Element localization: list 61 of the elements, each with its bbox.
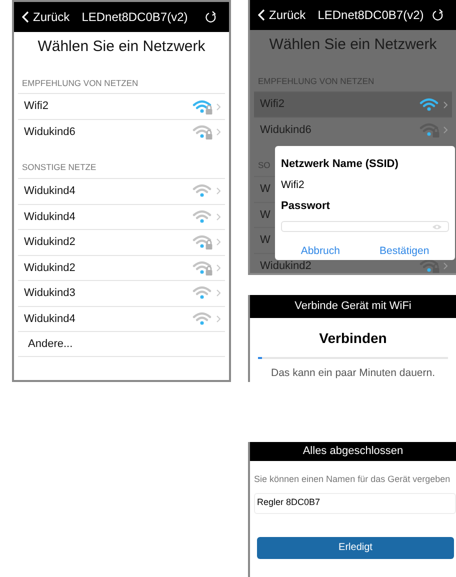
chevron-left-icon [22,11,29,23]
network-name: Wifi2 [24,99,48,114]
done-button[interactable]: Erledigt [257,536,454,558]
screen-title: Alles abgeschlossen [302,444,404,460]
back-button[interactable]: Zurück [258,6,306,24]
network-row[interactable]: Widukind4 [18,178,225,204]
password-field[interactable] [281,220,449,232]
network-name: W [260,182,270,197]
network-name: W [260,233,270,248]
chevron-right-icon [216,187,221,196]
chevron-left-icon [258,9,265,21]
network-row[interactable]: Widukind4 [18,306,225,331]
status-message: Das kann ein paar Minuten dauern. [270,366,436,382]
chevron-right-icon [216,289,221,298]
network-row[interactable]: Widukind4 [18,204,225,229]
status-heading: Verbinden [318,329,388,348]
chevron-right-icon [443,126,448,134]
network-row[interactable]: Wifi2 [18,93,225,119]
network-name: Widukind4 [24,312,76,326]
network-name: Widukind2 [24,260,76,276]
device-name-value: Regler 8DC0B7 [257,496,320,510]
page-heading: Wählen Sie ein Netzwerk [268,35,438,55]
network-name: Widukind4 [24,184,76,199]
refresh-icon[interactable] [432,8,444,22]
network-name: Widukind6 [24,124,76,140]
chevron-right-icon [216,314,221,323]
screen-title: Verbinde Gerät mit WiFi [294,299,412,314]
network-name: Widukind6 [260,122,312,138]
chevron-right-icon [216,264,221,272]
nav-title: LEDnet8DC0B7(v2) [318,7,424,24]
chevron-right-icon [216,238,221,246]
network-name: Wifi2 [260,97,284,112]
ssid-label: Netzwerk Name (SSID) [281,157,400,172]
network-name: Widukind3 [24,286,76,301]
network-name: Widukind2 [24,235,76,250]
network-row[interactable]: Widukind2 [18,254,225,280]
network-row[interactable]: Andere... [18,331,225,357]
password-label: Passwort [281,199,331,214]
dialog-button[interactable]: Bestätigen [380,244,430,260]
ssid-value: Wifi2 [281,178,306,192]
nav-title: LEDnet8DC0B7(v2) [82,9,188,26]
page-heading: Wählen Sie ein Netzwerk [36,37,206,57]
other-network-label: Andere... [28,336,73,352]
network-row[interactable]: Widukind2 [18,229,225,254]
chevron-right-icon [216,102,221,110]
chevron-right-icon [443,100,448,108]
network-name: W [260,208,270,222]
network-name: Widukind4 [24,210,76,224]
chevron-right-icon [216,128,221,136]
chevron-right-icon [216,212,221,221]
chevron-right-icon [443,262,448,270]
back-button[interactable]: Zurück [22,8,70,26]
network-row[interactable]: Widukind6 [18,118,225,144]
refresh-icon[interactable] [205,10,217,24]
name-hint: Sie können einen Namen für das Gerät vergeben [254,473,452,486]
device-name-field[interactable]: Regler 8DC0B7 [254,492,456,514]
section-header: EMPFEHLUNG VON NETZEN [22,76,138,90]
network-name: Widukind2 [260,258,312,273]
section-header: SONSTIGE NETZE [22,161,96,174]
network-row[interactable]: Widukind3 [18,280,225,306]
dialog-button[interactable]: Abbruch [300,244,340,260]
